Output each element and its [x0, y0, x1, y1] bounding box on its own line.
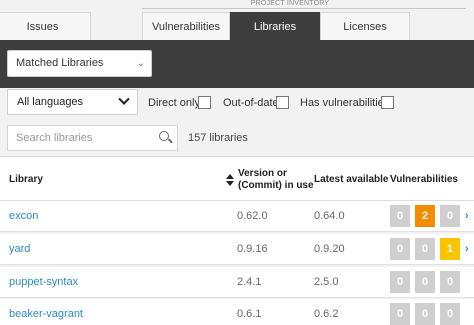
- has-vulnerabilities-checkbox[interactable]: [381, 96, 394, 109]
- search-placeholder: Search libraries: [16, 132, 93, 144]
- vuln-count-badge: 0: [415, 271, 435, 293]
- latest-version: 2.5.0: [314, 276, 339, 288]
- library-scope-select[interactable]: Matched Libraries ⌄: [7, 50, 152, 77]
- tab-vulnerabilities[interactable]: Vulnerabilities: [142, 12, 230, 40]
- latest-version: 0.9.20: [314, 243, 345, 255]
- chevron-down-icon: ⌄: [136, 58, 145, 69]
- version-in-use: 0.62.0: [237, 210, 268, 222]
- search-icon[interactable]: [159, 131, 169, 141]
- version-in-use: 2.4.1: [237, 276, 262, 288]
- library-count: 157 libraries: [188, 132, 248, 144]
- vuln-count-badge: 0: [440, 271, 460, 293]
- table-row[interactable]: beaker-vagrant 0.6.1 0.6.2 0 0 0: [0, 299, 474, 325]
- vuln-count-badge: 0: [440, 205, 460, 227]
- tab-issues[interactable]: Issues: [0, 12, 91, 40]
- library-scope-value: Matched Libraries: [16, 57, 104, 69]
- out-of-date-checkbox[interactable]: [276, 96, 289, 109]
- tab-licenses[interactable]: Licenses: [320, 12, 410, 40]
- column-latest[interactable]: Latest available: [314, 174, 388, 186]
- search-input[interactable]: Search libraries: [7, 125, 178, 151]
- library-link[interactable]: beaker-vagrant: [9, 308, 83, 320]
- table-row[interactable]: puppet-syntax 2.4.1 2.5.0 0 0 0: [0, 267, 474, 298]
- chevron-down-icon: [118, 93, 130, 105]
- library-link[interactable]: yard: [9, 243, 30, 255]
- vuln-count-badge: 1: [440, 238, 460, 260]
- vuln-count-badge: 0: [415, 238, 435, 260]
- tab-libraries[interactable]: Libraries: [230, 12, 320, 40]
- vuln-count-badge: 0: [390, 238, 410, 260]
- vuln-count-badge: 0: [390, 271, 410, 293]
- chevron-right-icon[interactable]: ›: [465, 210, 469, 222]
- library-link[interactable]: excon: [9, 210, 38, 222]
- libraries-page: PROJECT INVENTORY Issues Vulnerabilities…: [0, 0, 474, 325]
- language-value: All languages: [17, 96, 84, 108]
- version-in-use: 0.6.1: [237, 308, 262, 320]
- project-inventory-label: PROJECT INVENTORY: [250, 0, 330, 7]
- table-row[interactable]: excon 0.62.0 0.64.0 0 2 0 ›: [0, 201, 474, 232]
- sort-icon[interactable]: [226, 174, 234, 186]
- latest-version: 0.6.2: [314, 308, 339, 320]
- library-link[interactable]: puppet-syntax: [9, 276, 78, 288]
- out-of-date-label: Out-of-date: [223, 97, 279, 109]
- table-row[interactable]: yard 0.9.16 0.9.20 0 0 1 ›: [0, 234, 474, 265]
- tab-divider: [142, 8, 466, 9]
- chevron-right-icon[interactable]: ›: [465, 243, 469, 255]
- column-version-line1[interactable]: Version or: [238, 168, 287, 180]
- column-vulnerabilities: Vulnerabilities: [390, 174, 458, 185]
- vuln-count-badge: 0: [390, 303, 410, 325]
- version-in-use: 0.9.16: [237, 243, 268, 255]
- vuln-count-badge: 2: [415, 205, 435, 227]
- column-version-line2[interactable]: (Commit) in use: [238, 180, 314, 192]
- vuln-count-badge: 0: [390, 205, 410, 227]
- language-select[interactable]: All languages: [7, 89, 138, 115]
- vuln-count-badge: 0: [440, 303, 460, 325]
- has-vulnerabilities-label: Has vulnerabilities: [300, 97, 390, 109]
- vuln-count-badge: 0: [415, 303, 435, 325]
- column-library[interactable]: Library: [9, 174, 43, 186]
- direct-only-checkbox[interactable]: [198, 96, 211, 109]
- latest-version: 0.64.0: [314, 210, 345, 222]
- direct-only-label: Direct only: [148, 97, 200, 109]
